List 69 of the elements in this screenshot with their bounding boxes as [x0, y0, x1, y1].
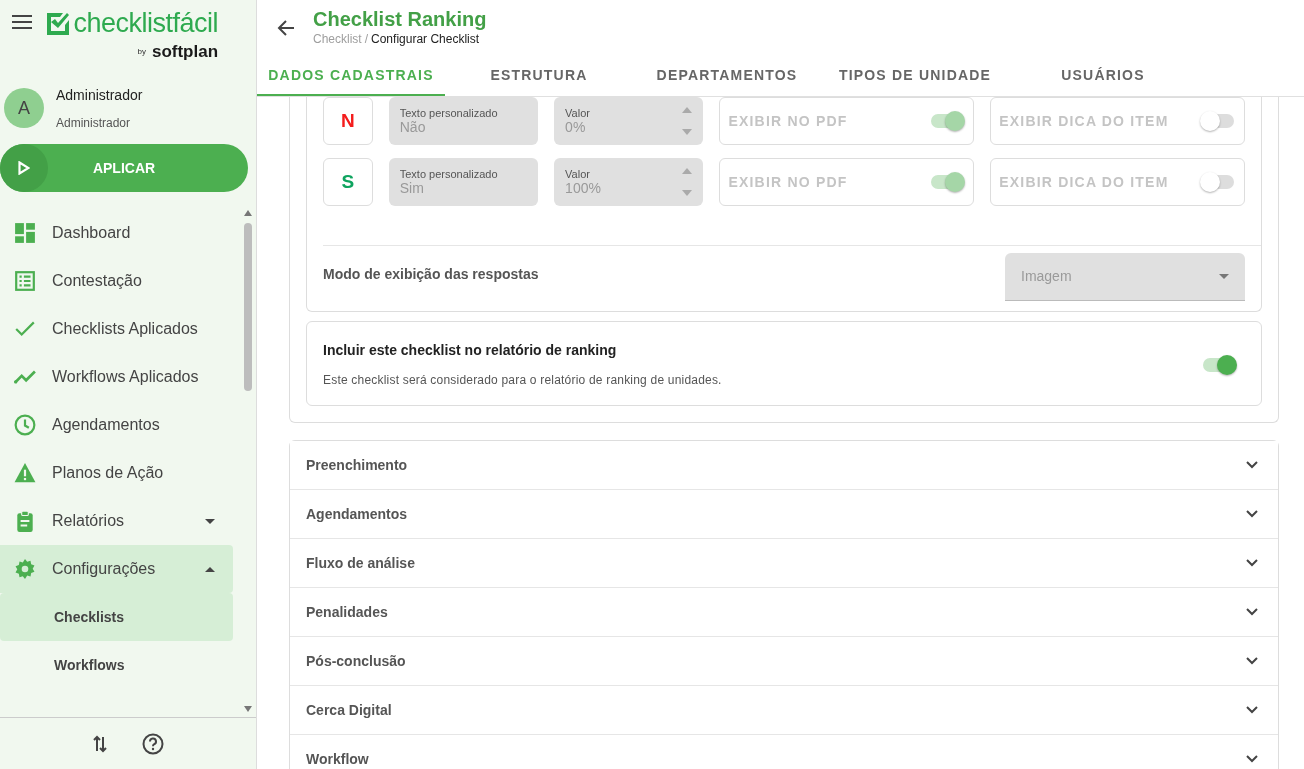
pdf-option: EXIBIR NO PDF [719, 158, 975, 206]
sidebar-item[interactable]: Workflows Aplicados [0, 353, 233, 401]
sidebar-item[interactable]: Dashboard [0, 209, 233, 257]
logo-check-icon [46, 11, 70, 36]
display-mode-label: Modo de exibição das respostas [323, 265, 539, 284]
sidebar-subitem[interactable]: Checklists [0, 593, 233, 641]
scrollbar-thumb[interactable] [244, 223, 252, 391]
spinner-icon [682, 168, 693, 196]
tab[interactable]: USUÁRIOS [1009, 56, 1197, 96]
spinner-icon [682, 107, 693, 135]
user-name: Administrador [56, 85, 143, 105]
chevron-down-icon [1246, 706, 1258, 714]
dashboard-icon [14, 222, 36, 244]
user-role: Administrador [56, 114, 132, 132]
chevron-down-icon [1246, 755, 1258, 763]
sidebar-item[interactable]: Checklists Aplicados [0, 305, 233, 353]
text-field[interactable]: Texto personalizado Sim [388, 158, 539, 206]
chevron-down-icon [1246, 608, 1258, 616]
sidebar-item[interactable]: Contestação [0, 257, 233, 305]
menu-icon[interactable] [12, 14, 32, 30]
gear-icon [14, 558, 36, 580]
help-icon[interactable] [142, 732, 164, 755]
hint-option: EXIBIR DICA DO ITEM [990, 97, 1245, 145]
breadcrumb-current: Configurar Checklist [371, 32, 480, 46]
sidebar-item[interactable]: Configurações [0, 545, 233, 593]
caret-icon [205, 518, 215, 524]
warning-icon [14, 462, 36, 484]
tab[interactable]: ESTRUTURA [445, 56, 633, 96]
caret-icon [205, 566, 215, 572]
page-title: Checklist Ranking [313, 8, 487, 30]
value-field[interactable]: Valor 100% [554, 158, 704, 206]
chevron-down-icon [1246, 461, 1258, 469]
pdf-toggle[interactable] [929, 111, 966, 131]
sidebar-item[interactable]: Relatórios [0, 497, 233, 545]
hint-option: EXIBIR DICA DO ITEM [990, 158, 1245, 206]
answer-letter: N [323, 97, 373, 145]
hint-toggle[interactable] [1200, 172, 1236, 192]
breadcrumb-separator: / [364, 32, 369, 46]
dropdown-caret-icon [1219, 274, 1229, 279]
answer-letter: S [323, 158, 373, 206]
text-field[interactable]: Texto personalizado Não [388, 97, 539, 145]
logo-text: checklistfácil [73, 10, 219, 37]
chevron-down-icon [1246, 657, 1258, 665]
value-field[interactable]: Valor 0% [554, 97, 704, 145]
avatar: A [4, 88, 44, 128]
accordion-header[interactable]: Preenchimento [290, 441, 1278, 490]
list-icon [14, 270, 36, 292]
tab[interactable]: DEPARTAMENTOS [633, 56, 821, 96]
logo-byline: by [137, 45, 146, 58]
scroll-down-icon[interactable] [243, 705, 253, 713]
clipboard-icon [14, 510, 36, 532]
ranking-toggle[interactable] [1201, 354, 1237, 375]
sort-arrows-icon[interactable] [92, 733, 108, 754]
clock-icon [14, 414, 36, 436]
sidebar-item[interactable]: Agendamentos [0, 401, 233, 449]
sidebar-item[interactable]: Planos de Ação [0, 449, 233, 497]
chevron-down-icon [1246, 559, 1258, 567]
pdf-option: EXIBIR NO PDF [719, 97, 975, 145]
scroll-up-icon[interactable] [243, 209, 253, 217]
brand-text: softplan [151, 41, 219, 63]
chevron-down-icon [1246, 510, 1258, 518]
tab[interactable]: TIPOS DE UNIDADE [821, 56, 1009, 96]
ranking-description: Este checklist será considerado para o relatório de ranking de unidades. [323, 372, 722, 389]
back-arrow-icon[interactable] [277, 19, 295, 37]
hint-toggle[interactable] [1200, 111, 1236, 131]
sidebar-subitem[interactable]: Workflows [0, 641, 233, 689]
play-icon [18, 161, 30, 175]
pdf-toggle[interactable] [929, 172, 966, 192]
ranking-title: Incluir este checklist no relatório de ranking [323, 341, 618, 360]
